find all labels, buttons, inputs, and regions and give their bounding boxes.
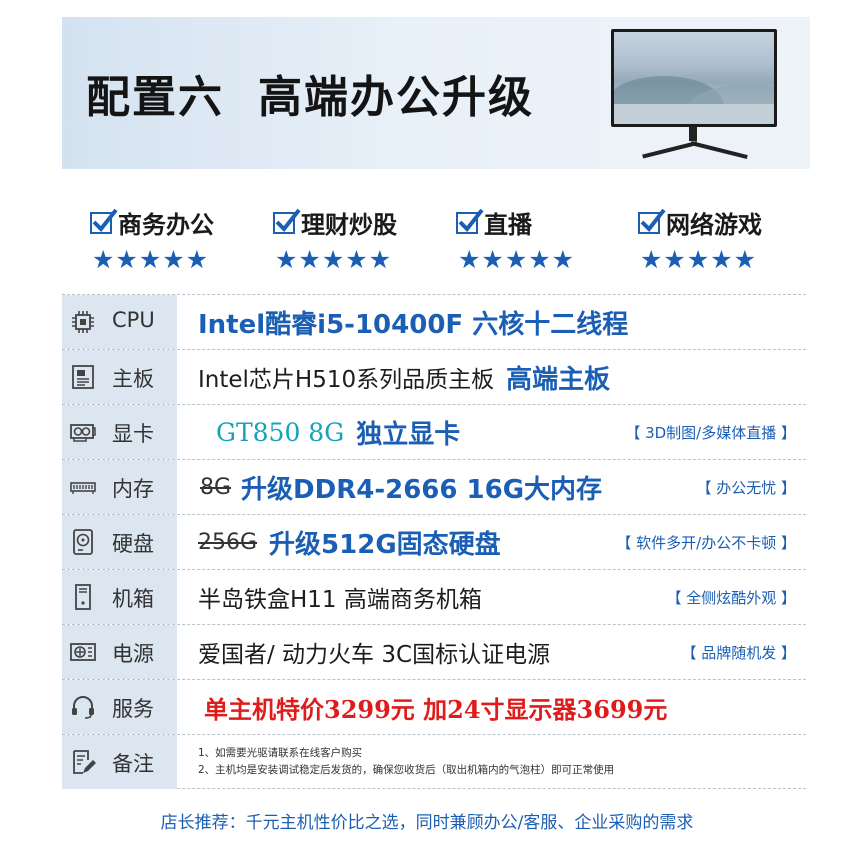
spec-value: 单主机特价3299元 加24寸显示器3699元 [204,680,667,734]
edit-note-icon [73,750,96,774]
feature-livestream: 直播 ★★★★★ [456,205,575,274]
spec-row-psu: 电源 爱国者/ 动力火车 3C国标认证电源 【 品牌随机发 】 [62,624,806,679]
spec-name: 内存 [112,477,154,501]
spec-value: 半岛铁盒H11 高端商务机箱 [198,570,482,624]
disk-old-value: 256G [198,529,258,555]
ram-value: 升级DDR4-2666 16G大内存 [241,474,603,505]
spec-row-ram: 内存 8G 升级DDR4-2666 16G大内存 【 办公无忧 】 [62,459,806,514]
monitor-screen [611,29,777,127]
spec-category: 主板 [62,350,177,404]
spec-name: 主板 [112,367,154,391]
price-value: 单主机特价3299元 加24寸显示器3699元 [204,694,668,724]
spec-category: 电源 [62,625,177,679]
feature-label: 网络游戏 [666,211,762,239]
star-rating: ★★★★★ [640,245,758,274]
checkbox-icon [273,208,301,234]
spec-name: 显卡 [112,422,154,446]
feature-gaming: 网络游戏 ★★★★★ [638,205,762,274]
spec-name: 机箱 [112,587,154,611]
spec-row-notes: 备注 1、如需要光驱请联系在线客户购买 2、主机均是安装调试稳定后发货的，确保您… [62,734,806,789]
note-line: 2、主机均是安装调试稳定后发货的，确保您收货后（取出机箱内的气泡柱）即可正常使用 [198,764,615,776]
spec-category: CPU [62,295,177,349]
hard-disk-icon [73,529,93,555]
graphics-card-icon [70,424,96,442]
psu-value: 爱国者/ 动力火车 3C国标认证电源 [198,642,551,668]
spec-value: Intel酷睿i5-10400F 六核十二线程 [198,295,628,349]
power-supply-icon [70,643,96,661]
product-spec-card: 配置六 高端办公升级 商务办公 ★★★★★ 理财炒股 ★★★★★ 直播 ★★★★… [0,0,854,854]
gpu-highlight: 独立显卡 [356,419,461,450]
case-value: 半岛铁盒H11 高端商务机箱 [198,587,482,613]
spec-value: 8G 升级DDR4-2666 16G大内存 [198,460,602,514]
headset-icon [72,696,94,719]
ram-tag: 【 办公无忧 】 [696,479,796,497]
spec-value: GT850 8G 独立显卡 [216,405,460,459]
cpu-value: Intel酷睿i5-10400F 六核十二线程 [198,309,629,340]
board-value: Intel芯片H510系列品质主板 [198,367,495,393]
header-banner: 配置六 高端办公升级 [62,17,810,169]
spec-name: 备注 [112,752,154,776]
spec-category: 内存 [62,460,177,514]
feature-finance: 理财炒股 ★★★★★ [273,205,397,274]
spec-name: 电源 [112,642,154,666]
gpu-tag: 【 3D制图/多媒体直播 】 [625,424,796,442]
spec-row-service: 服务 单主机特价3299元 加24寸显示器3699元 [62,679,806,734]
checkbox-icon [638,208,666,234]
spec-value: 爱国者/ 动力火车 3C国标认证电源 [198,625,550,679]
spec-row-gpu: 显卡 GT850 8G 独立显卡 【 3D制图/多媒体直播 】 [62,404,806,459]
psu-tag: 【 品牌随机发 】 [681,644,796,662]
spec-name: 硬盘 [112,532,154,556]
spec-name: CPU [112,308,155,332]
feature-label: 直播 [484,211,532,239]
feature-label: 商务办公 [118,211,214,239]
motherboard-icon [72,365,94,389]
page-title: 配置六 高端办公升级 [86,61,534,125]
title-subtitle: 高端办公升级 [258,72,534,123]
ram-old-value: 8G [200,474,232,500]
star-rating: ★★★★★ [458,245,576,274]
spec-category: 备注 [62,735,177,789]
spec-category: 服务 [62,680,177,734]
footer-recommendation: 店长推荐：千元主机性价比之选，同时兼顾办公/客服、企业采购的需求 [160,813,694,833]
spec-value: 256G 升级512G固态硬盘 [198,515,501,569]
spec-category: 显卡 [62,405,177,459]
gpu-value: GT850 8G [216,417,345,447]
notes-text: 1、如需要光驱请联系在线客户购买 2、主机均是安装调试稳定后发货的，确保您收货后… [198,745,614,779]
checkbox-icon [90,208,118,234]
pc-case-icon [75,584,91,610]
note-line: 1、如需要光驱请联系在线客户购买 [198,747,363,759]
spec-row-case: 机箱 半岛铁盒H11 高端商务机箱 【 全侧炫酷外观 】 [62,569,806,624]
star-rating: ★★★★★ [92,245,210,274]
spec-category: 机箱 [62,570,177,624]
star-rating: ★★★★★ [275,245,393,274]
checkbox-icon [456,208,484,234]
disk-tag: 【 软件多开/办公不卡顿 】 [616,534,796,552]
spec-row-motherboard: 主板 Intel芯片H510系列品质主板 高端主板 [62,349,806,404]
spec-name: 服务 [112,697,154,721]
feature-business: 商务办公 ★★★★★ [90,205,214,274]
monitor-image [611,29,777,159]
title-config: 配置六 [86,72,224,123]
spec-row-disk: 硬盘 256G 升级512G固态硬盘 【 软件多开/办公不卡顿 】 [62,514,806,569]
spec-table: CPU Intel酷睿i5-10400F 六核十二线程 主板 Intel芯片H5… [62,294,806,791]
spec-value: Intel芯片H510系列品质主板 高端主板 [198,350,610,404]
spec-category: 硬盘 [62,515,177,569]
feature-label: 理财炒股 [301,211,397,239]
disk-value: 升级512G固态硬盘 [269,529,501,560]
case-tag: 【 全侧炫酷外观 】 [666,589,796,607]
spec-row-cpu: CPU Intel酷睿i5-10400F 六核十二线程 [62,294,806,349]
board-highlight: 高端主板 [506,364,611,395]
cpu-icon [72,311,94,333]
memory-icon [70,482,96,494]
